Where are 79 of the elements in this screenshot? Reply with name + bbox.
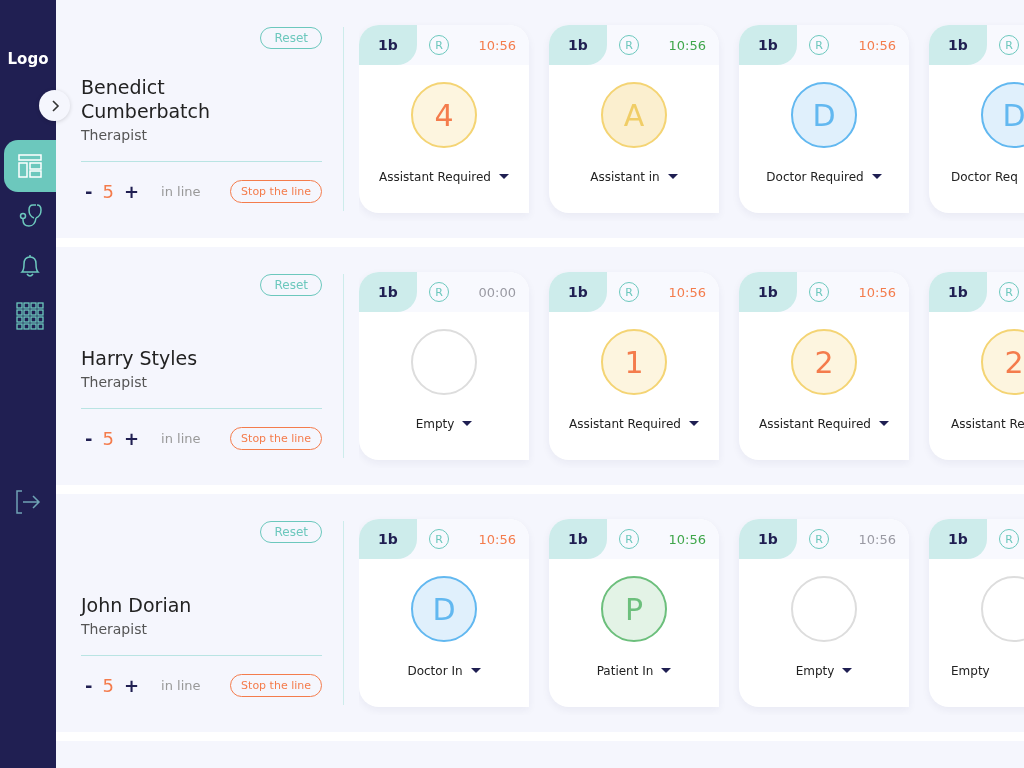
doctor-circle: D (791, 82, 857, 148)
status-dropdown[interactable]: Empty (951, 664, 990, 678)
caret-icon (688, 421, 699, 427)
assistant-circle: A (601, 82, 667, 148)
caret-icon (661, 668, 672, 674)
status-dropdown[interactable]: Patient In (596, 664, 672, 678)
therapist-name: John Dorian (81, 593, 193, 617)
queue-label: in line (161, 431, 201, 446)
caret-icon (871, 174, 882, 180)
bell-icon (18, 253, 42, 279)
queue-count: 5 (102, 181, 114, 202)
queue-label: in line (161, 184, 201, 199)
room-tag: 1b (929, 272, 987, 312)
room-tag: 1b (549, 272, 607, 312)
status-dropdown[interactable]: Doctor In (407, 664, 481, 678)
doctor-circle: D (981, 82, 1024, 148)
room-tag: 1b (549, 519, 607, 559)
room-time: 10:56 (858, 37, 896, 53)
status-dropdown[interactable]: Doctor Req (951, 170, 1018, 184)
logout-button[interactable] (15, 490, 41, 514)
caret-icon (878, 421, 889, 427)
status-dropdown[interactable]: Empty (795, 664, 853, 678)
status-dropdown[interactable]: Doctor Required (766, 170, 882, 184)
increment-button[interactable]: + (119, 428, 144, 449)
room-time: 10:56 (478, 37, 516, 53)
room-tag: 1b (929, 519, 987, 559)
count-circle: 1 (601, 329, 667, 395)
count-circle: 2 (791, 329, 857, 395)
chevron-right-icon (49, 99, 60, 112)
caret-icon (667, 174, 678, 180)
therapist-role: Therapist (81, 374, 322, 409)
caret-icon (470, 668, 481, 674)
therapist-role: Therapist (81, 621, 322, 656)
room-tag: 1b (549, 25, 607, 65)
therapist-name: Benedict Cumberbatch (81, 75, 212, 123)
room-tag: 1b (359, 519, 417, 559)
room-time: 10:56 (858, 531, 896, 547)
room-time: 10:56 (858, 284, 896, 300)
increment-button[interactable]: + (119, 181, 144, 202)
room-tag: 1b (929, 25, 987, 65)
room-tag: 1b (359, 272, 417, 312)
count-circle: 4 (411, 82, 477, 148)
therapist-name: Harry Styles (81, 346, 199, 370)
status-dropdown[interactable]: Assistant Required (759, 417, 889, 431)
room-tag: 1b (739, 25, 797, 65)
room-tag: 1b (359, 25, 417, 65)
queue-label: in line (161, 678, 201, 693)
expand-button[interactable] (39, 90, 70, 121)
room-tag: 1b (739, 519, 797, 559)
decrement-button[interactable]: - (81, 428, 97, 449)
patient-circle: P (601, 576, 667, 642)
status-dropdown[interactable]: Assistant Required (569, 417, 699, 431)
status-dropdown[interactable]: Assistant Re (951, 417, 1024, 431)
status-dropdown[interactable]: Assistant in (590, 170, 678, 184)
room-time: 10:56 (668, 37, 706, 53)
room-time: 10:56 (668, 531, 706, 547)
nav-item[interactable] (4, 140, 56, 192)
caret-icon (462, 421, 473, 427)
room-time: 10:56 (668, 284, 706, 300)
room-time: 00:00 (478, 284, 516, 300)
therapist-role: Therapist (81, 127, 322, 162)
caret-icon (842, 668, 853, 674)
queue-count: 5 (102, 675, 114, 696)
increment-button[interactable]: + (119, 675, 144, 696)
decrement-button[interactable]: - (81, 675, 97, 696)
room-tag: 1b (739, 272, 797, 312)
status-dropdown[interactable]: Empty (415, 417, 473, 431)
dashboard-icon (17, 153, 43, 179)
count-circle: 2 (981, 329, 1024, 395)
room-time: 10:56 (478, 531, 516, 547)
doctor-circle: D (411, 576, 477, 642)
grid-icon (16, 302, 44, 330)
caret-icon (498, 174, 509, 180)
decrement-button[interactable]: - (81, 181, 97, 202)
queue-count: 5 (102, 428, 114, 449)
status-dropdown[interactable]: Assistant Required (379, 170, 509, 184)
logo: Logo (7, 50, 49, 68)
logout-icon (15, 490, 41, 514)
stethoscope-icon (17, 203, 43, 229)
